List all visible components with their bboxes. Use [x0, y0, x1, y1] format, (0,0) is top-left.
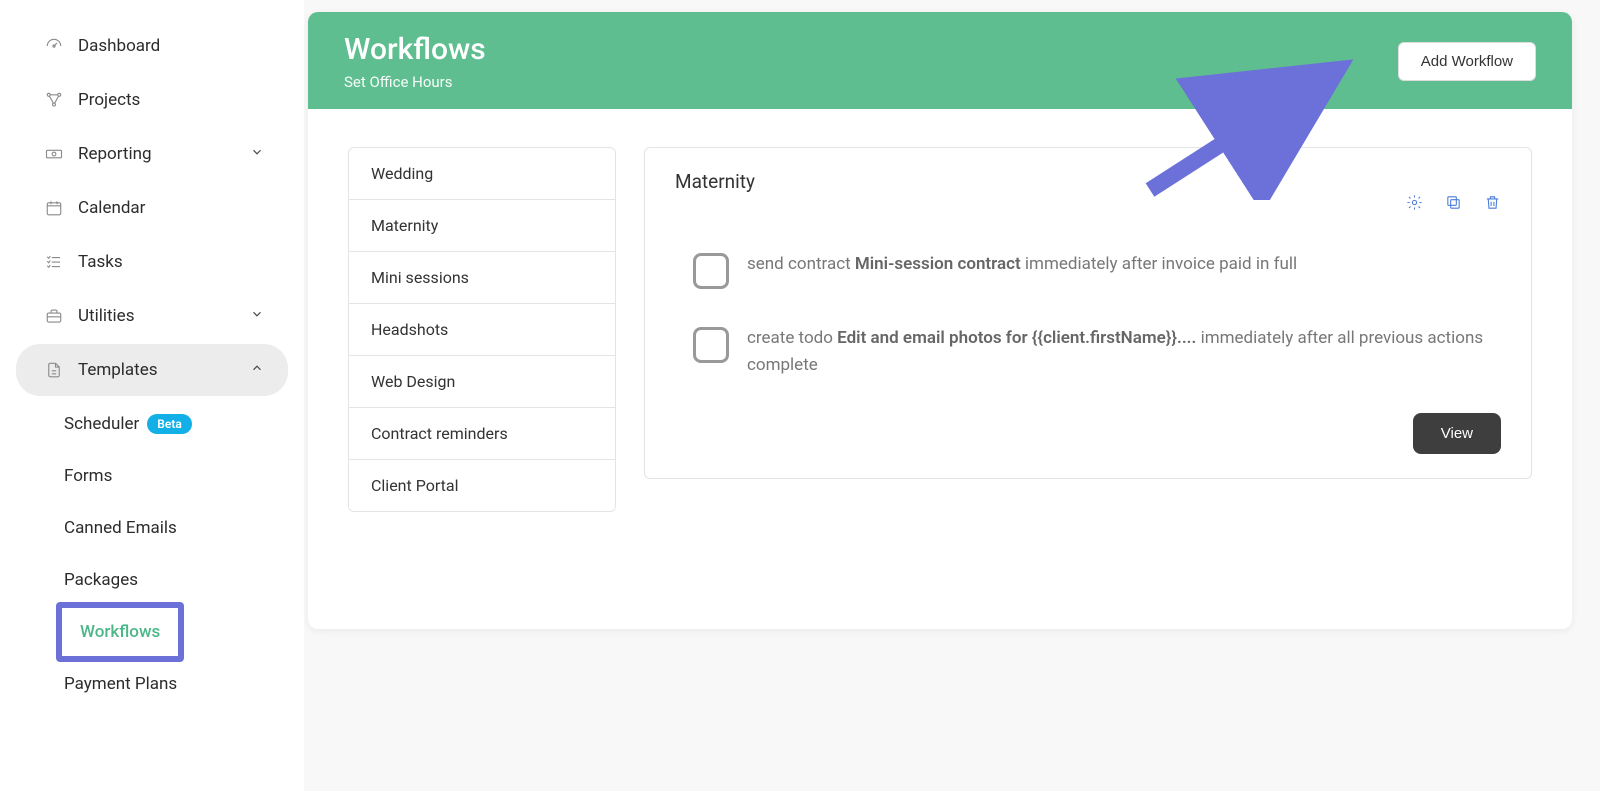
sidebar-item-label: Projects [78, 90, 140, 110]
step-checkbox[interactable] [693, 253, 729, 289]
sub-item-label: Payment Plans [64, 674, 177, 694]
copy-icon[interactable] [1445, 194, 1462, 215]
workflow-list-item[interactable]: Headshots [349, 304, 615, 356]
panel-header: Workflows Set Office Hours Add Workflow [308, 12, 1572, 109]
beta-badge: Beta [147, 414, 192, 434]
sidebar-item-calendar[interactable]: Calendar [16, 182, 288, 234]
sidebar-item-projects[interactable]: Projects [16, 74, 288, 126]
sidebar-item-tasks[interactable]: Tasks [16, 236, 288, 288]
sidebar-item-label: Calendar [78, 198, 145, 218]
sidebar-item-templates[interactable]: Templates [16, 344, 288, 396]
workflow-list-item[interactable]: Contract reminders [349, 408, 615, 460]
sub-item-label: Scheduler [64, 414, 139, 434]
view-button[interactable]: View [1413, 413, 1501, 454]
workflow-icon [44, 90, 64, 110]
file-icon [44, 360, 64, 380]
chevron-up-icon [250, 360, 264, 380]
sub-item-forms[interactable]: Forms [30, 450, 304, 502]
workflow-detail: Maternity [644, 147, 1532, 479]
page-title: Workflows [344, 32, 486, 67]
sidebar-item-reporting[interactable]: Reporting [16, 128, 288, 180]
gear-icon[interactable] [1406, 194, 1423, 215]
workflow-list-item[interactable]: Mini sessions [349, 252, 615, 304]
sidebar-item-label: Tasks [78, 252, 123, 272]
workflow-list: Wedding Maternity Mini sessions Headshot… [348, 147, 616, 512]
panel-content: Wedding Maternity Mini sessions Headshot… [308, 109, 1572, 629]
list-icon [44, 252, 64, 272]
sidebar-item-label: Reporting [78, 144, 152, 164]
workflow-list-item[interactable]: Wedding [349, 148, 615, 200]
sidebar-item-dashboard[interactable]: Dashboard [16, 20, 288, 72]
sub-item-label: Packages [64, 570, 138, 590]
gauge-icon [44, 36, 64, 56]
step-text: send contract Mini-session contract imme… [747, 251, 1297, 278]
step-checkbox[interactable] [693, 327, 729, 363]
sidebar-item-utilities[interactable]: Utilities [16, 290, 288, 342]
sub-item-payment-plans[interactable]: Payment Plans [30, 658, 304, 710]
workflow-step: create todo Edit and email photos for {{… [675, 325, 1501, 379]
templates-submenu: Scheduler Beta Forms Canned Emails Packa… [0, 398, 304, 710]
chevron-down-icon [250, 306, 264, 326]
sub-item-canned-emails[interactable]: Canned Emails [30, 502, 304, 554]
sub-item-label: Forms [64, 466, 112, 486]
sidebar-item-label: Utilities [78, 306, 134, 326]
sidebar-item-label: Templates [78, 360, 158, 380]
workflow-actions [1406, 194, 1501, 215]
trash-icon[interactable] [1484, 194, 1501, 215]
workflow-list-item[interactable]: Web Design [349, 356, 615, 408]
annotation-highlight: Workflows [56, 602, 184, 662]
add-workflow-button[interactable]: Add Workflow [1398, 42, 1536, 81]
main-area: Workflows Set Office Hours Add Workflow … [304, 0, 1600, 791]
sidebar: Dashboard Projects Reporting Calendar [0, 0, 304, 791]
workflow-list-item[interactable]: Client Portal [349, 460, 615, 511]
sub-item-label: Canned Emails [64, 518, 177, 538]
workflow-detail-title: Maternity [675, 170, 755, 193]
toolbox-icon [44, 306, 64, 326]
workflow-list-item[interactable]: Maternity [349, 200, 615, 252]
chevron-down-icon [250, 144, 264, 164]
sub-item-packages[interactable]: Packages [30, 554, 304, 606]
workflow-step: send contract Mini-session contract imme… [675, 251, 1501, 289]
sidebar-item-label: Dashboard [78, 36, 160, 56]
step-text: create todo Edit and email photos for {{… [747, 325, 1501, 379]
cash-icon [44, 144, 64, 164]
sub-item-scheduler[interactable]: Scheduler Beta [30, 398, 304, 450]
sub-item-workflows[interactable]: Workflows [62, 608, 178, 656]
set-office-hours-link[interactable]: Set Office Hours [344, 73, 486, 91]
sub-item-label: Workflows [80, 622, 160, 642]
main-panel: Workflows Set Office Hours Add Workflow … [308, 12, 1572, 629]
calendar-icon [44, 198, 64, 218]
